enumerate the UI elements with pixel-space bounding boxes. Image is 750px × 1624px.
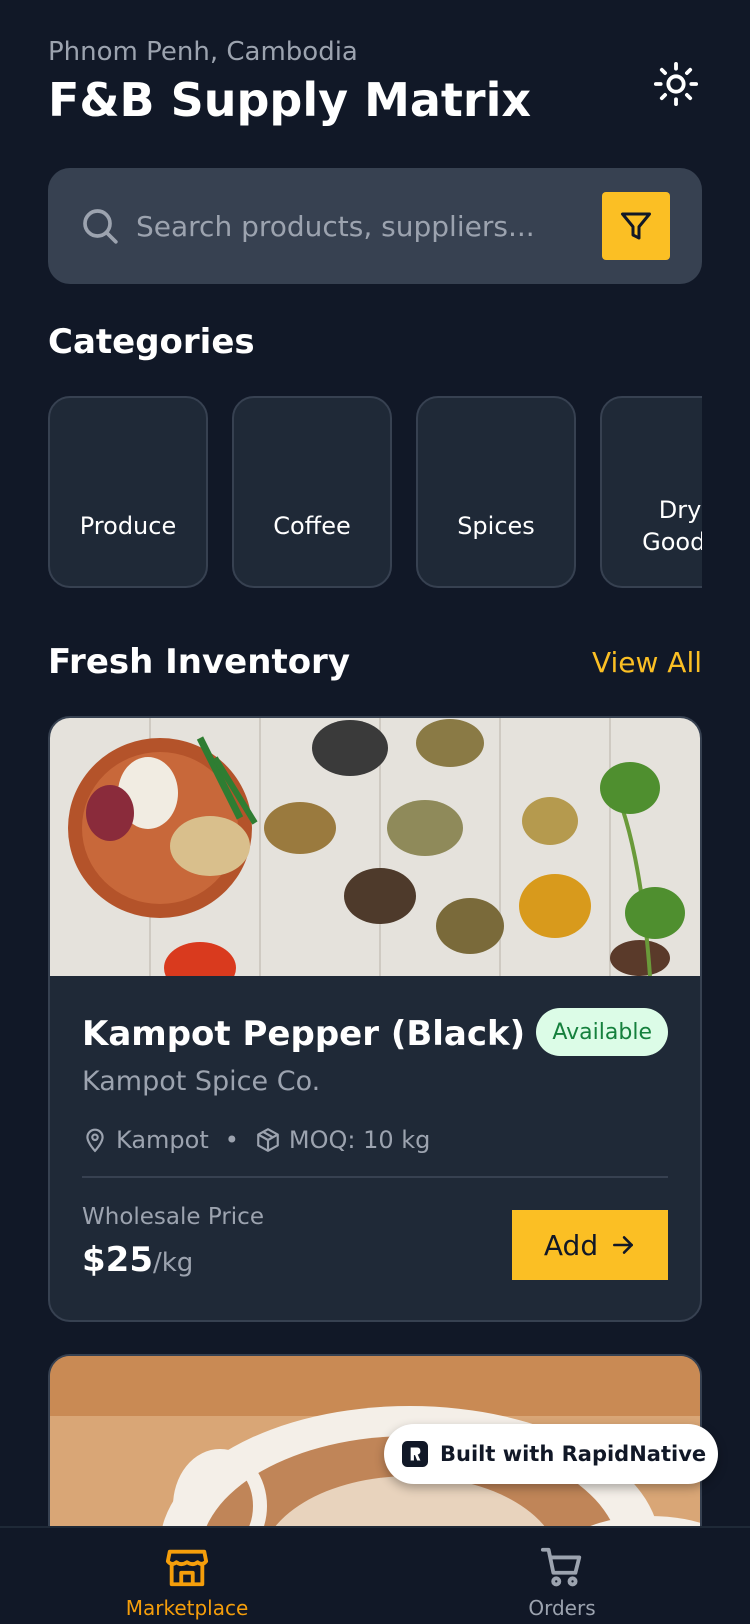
product-price: $25 xyxy=(82,1240,153,1280)
product-image xyxy=(50,718,700,976)
categories-title: Categories xyxy=(48,322,255,362)
tab-orders[interactable]: Orders xyxy=(462,1544,662,1624)
rapidnative-logo-icon xyxy=(402,1441,428,1467)
category-label: Coffee xyxy=(273,512,351,540)
search-bar xyxy=(48,168,702,284)
product-name: Kampot Pepper (Black) xyxy=(82,1014,526,1054)
category-coffee[interactable]: Coffee xyxy=(232,396,392,588)
cart-icon xyxy=(540,1547,582,1587)
sun-icon xyxy=(653,61,699,107)
filter-button[interactable] xyxy=(602,192,670,260)
built-with-badge[interactable]: Built with RapidNative xyxy=(384,1424,718,1484)
price-row: $25 /kg xyxy=(82,1240,193,1280)
location-label: Phnom Penh, Cambodia xyxy=(48,37,358,67)
category-label: Spices xyxy=(457,512,535,540)
search-icon xyxy=(83,209,118,244)
category-label: Produce xyxy=(79,512,177,540)
price-label: Wholesale Price xyxy=(82,1204,264,1230)
product-moq: MOQ: 10 kg xyxy=(288,1126,431,1154)
filter-icon xyxy=(621,212,651,240)
category-label: Dry Goods xyxy=(642,496,702,556)
header: Phnom Penh, Cambodia F&B Supply Matrix xyxy=(48,36,702,136)
meta-separator: • xyxy=(224,1126,239,1154)
add-to-cart-button[interactable]: Add xyxy=(512,1210,668,1280)
search-input[interactable] xyxy=(136,198,556,254)
theme-toggle-button[interactable] xyxy=(650,58,702,110)
built-with-text: Built with RapidNative xyxy=(440,1442,707,1466)
tab-label: Marketplace xyxy=(125,1596,249,1620)
bottom-tab-bar: Marketplace Orders xyxy=(0,1526,750,1624)
add-button-label: Add xyxy=(543,1228,599,1262)
tab-label: Orders xyxy=(528,1596,596,1620)
product-location: Kampot xyxy=(116,1126,209,1154)
supplier-name: Kampot Spice Co. xyxy=(82,1066,321,1097)
page-title: F&B Supply Matrix xyxy=(48,73,532,127)
category-dry-goods[interactable]: Dry Goods xyxy=(600,396,702,588)
status-badge: Available xyxy=(536,1008,668,1056)
price-unit: /kg xyxy=(152,1248,194,1278)
map-pin-icon xyxy=(86,1128,104,1153)
tab-marketplace[interactable]: Marketplace xyxy=(87,1544,287,1624)
categories-list: Produce Coffee Spices Dry Goods xyxy=(48,396,702,588)
product-meta: Kampot • MOQ: 10 kg xyxy=(82,1122,430,1158)
product-card[interactable]: Kampot Pepper (Black) Available Kampot S… xyxy=(48,716,702,1322)
package-icon xyxy=(257,1128,279,1152)
category-produce[interactable]: Produce xyxy=(48,396,208,588)
divider xyxy=(82,1176,668,1178)
store-icon xyxy=(165,1549,209,1587)
view-all-link[interactable]: View All xyxy=(592,646,702,679)
category-spices[interactable]: Spices xyxy=(416,396,576,588)
inventory-title: Fresh Inventory xyxy=(48,642,350,682)
arrow-right-icon xyxy=(613,1236,634,1254)
